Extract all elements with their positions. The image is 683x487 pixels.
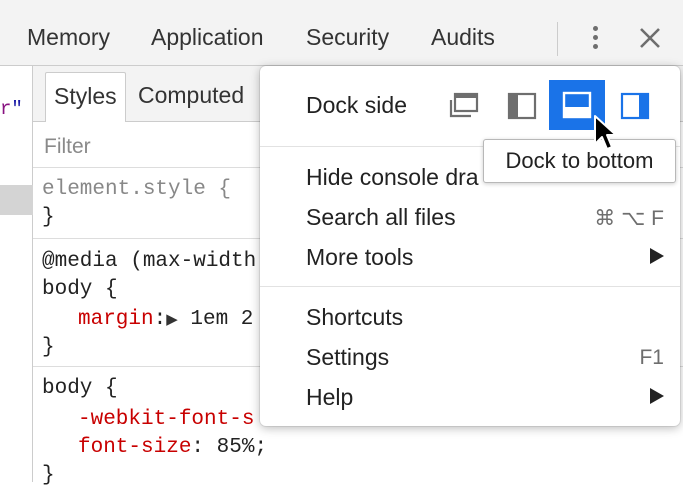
rule-selector[interactable]: body { <box>42 278 118 301</box>
css-property-value: 1em 2 <box>190 308 254 331</box>
dock-right-icon[interactable] <box>617 88 653 124</box>
menu-item-more-tools[interactable]: More tools <box>306 244 413 271</box>
devtools-toolbar: Memory Application Security Audits <box>0 0 683 66</box>
menu-item-help[interactable]: Help <box>306 384 353 411</box>
submenu-arrow-icon <box>650 388 664 404</box>
menu-item-shortcuts[interactable]: Shortcuts <box>306 304 403 331</box>
dock-tooltip: Dock to bottom <box>483 139 676 183</box>
tab-application[interactable]: Application <box>151 24 264 51</box>
css-property-name: margin <box>78 308 154 331</box>
mouse-pointer-icon <box>593 114 619 154</box>
menu-item-settings[interactable]: Settings <box>306 344 389 371</box>
expand-triangle-icon[interactable]: ▶ <box>166 312 178 329</box>
rule-selector[interactable]: element.style { <box>42 178 231 201</box>
dom-fragment: r" <box>0 98 23 120</box>
toolbar-divider <box>557 22 558 56</box>
css-property-name[interactable]: -webkit-font-s <box>78 408 254 431</box>
media-query: @media (max-width <box>42 250 257 273</box>
tab-security[interactable]: Security <box>306 24 389 51</box>
filter-placeholder: Filter <box>44 135 91 158</box>
tab-styles[interactable]: Styles <box>45 72 126 122</box>
css-declaration[interactable]: margin:▶ 1em 2 <box>78 308 253 331</box>
rule-close: } <box>42 206 55 229</box>
rule-close: } <box>42 464 55 487</box>
css-declaration[interactable]: font-size: 85%; <box>78 436 267 459</box>
tab-computed[interactable]: Computed <box>130 72 252 122</box>
dock-left-icon[interactable] <box>504 88 540 124</box>
menu-item-search-all-files[interactable]: Search all files <box>306 204 456 231</box>
tab-audits[interactable]: Audits <box>431 24 495 51</box>
rule-selector[interactable]: body { <box>42 377 118 400</box>
menu-separator <box>260 286 680 287</box>
selected-node-highlight[interactable] <box>0 185 33 215</box>
rule-close: } <box>42 336 55 359</box>
shortcut-settings: F1 <box>639 346 664 369</box>
menu-item-hide-console-drawer[interactable]: Hide console dra <box>306 164 479 191</box>
dock-side-label: Dock side <box>306 92 407 118</box>
submenu-arrow-icon <box>650 248 664 264</box>
kebab-vertical-icon[interactable] <box>583 22 607 56</box>
elements-panel: r" <box>0 66 33 482</box>
undock-icon[interactable] <box>447 88 483 124</box>
close-icon[interactable] <box>636 24 664 52</box>
tab-memory[interactable]: Memory <box>27 24 110 51</box>
shortcut-search-all-files: ⌘ ⌥ F <box>594 207 664 230</box>
